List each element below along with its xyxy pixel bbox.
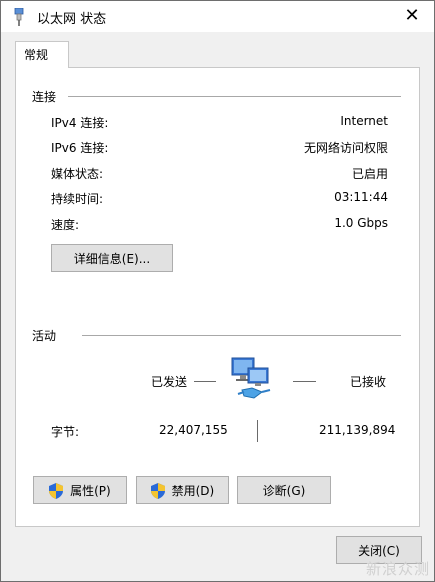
bytes-separator xyxy=(257,420,258,442)
tab-general[interactable]: 常规 xyxy=(15,41,69,68)
sent-label: 已发送 xyxy=(151,375,188,389)
ipv4-label: IPv4 连接: xyxy=(51,116,109,130)
ipv6-value: 无网络访问权限 xyxy=(303,141,388,155)
sent-dash xyxy=(194,381,216,382)
uac-shield-icon xyxy=(150,482,165,499)
disable-button-label: 禁用(D) xyxy=(171,483,215,498)
ethernet-status-dialog: 以太网 状态 ✕ 常规 连接 IPv4 连接: Internet IPv6 连接… xyxy=(0,0,435,582)
details-button-label: 详细信息(E)... xyxy=(73,251,151,266)
tab-general-label: 常规 xyxy=(24,48,49,62)
disable-button[interactable]: 禁用(D) xyxy=(136,476,229,504)
bytes-label: 字节: xyxy=(51,425,80,439)
watermark-text: 新浪众测 xyxy=(365,560,430,578)
received-dash xyxy=(293,381,316,382)
ipv6-label: IPv6 连接: xyxy=(51,141,109,155)
uac-shield-icon xyxy=(49,482,64,499)
connection-section-title: 连接 xyxy=(32,90,57,104)
bytes-received-value: 211,139,894 xyxy=(319,423,396,437)
bytes-sent-value: 22,407,155 xyxy=(159,423,228,437)
title-bar: 以太网 状态 ✕ xyxy=(1,1,434,32)
diagnose-button[interactable]: 诊断(G) xyxy=(237,476,331,504)
window-title: 以太网 状态 xyxy=(37,12,107,27)
general-panel: 连接 IPv4 连接: Internet IPv6 连接: 无网络访问权限 媒体… xyxy=(15,67,420,527)
activity-section-title: 活动 xyxy=(32,329,57,343)
speed-label: 速度: xyxy=(51,218,80,232)
details-button[interactable]: 详细信息(E)... xyxy=(51,244,173,272)
ipv4-value: Internet xyxy=(340,114,388,128)
connection-divider xyxy=(68,96,401,97)
properties-button[interactable]: 属性(P) xyxy=(33,476,127,504)
network-adapter-icon xyxy=(14,8,24,26)
media-state-value: 已启用 xyxy=(351,167,388,181)
duration-label: 持续时间: xyxy=(51,192,104,206)
network-computers-icon xyxy=(231,357,271,399)
activity-divider xyxy=(82,335,401,336)
media-state-label: 媒体状态: xyxy=(51,167,104,181)
properties-button-label: 属性(P) xyxy=(70,483,111,498)
diagnose-button-label: 诊断(G) xyxy=(262,483,306,498)
close-window-icon[interactable]: ✕ xyxy=(398,3,426,29)
speed-value: 1.0 Gbps xyxy=(334,216,388,230)
duration-value: 03:11:44 xyxy=(334,190,388,204)
received-label: 已接收 xyxy=(350,375,387,389)
